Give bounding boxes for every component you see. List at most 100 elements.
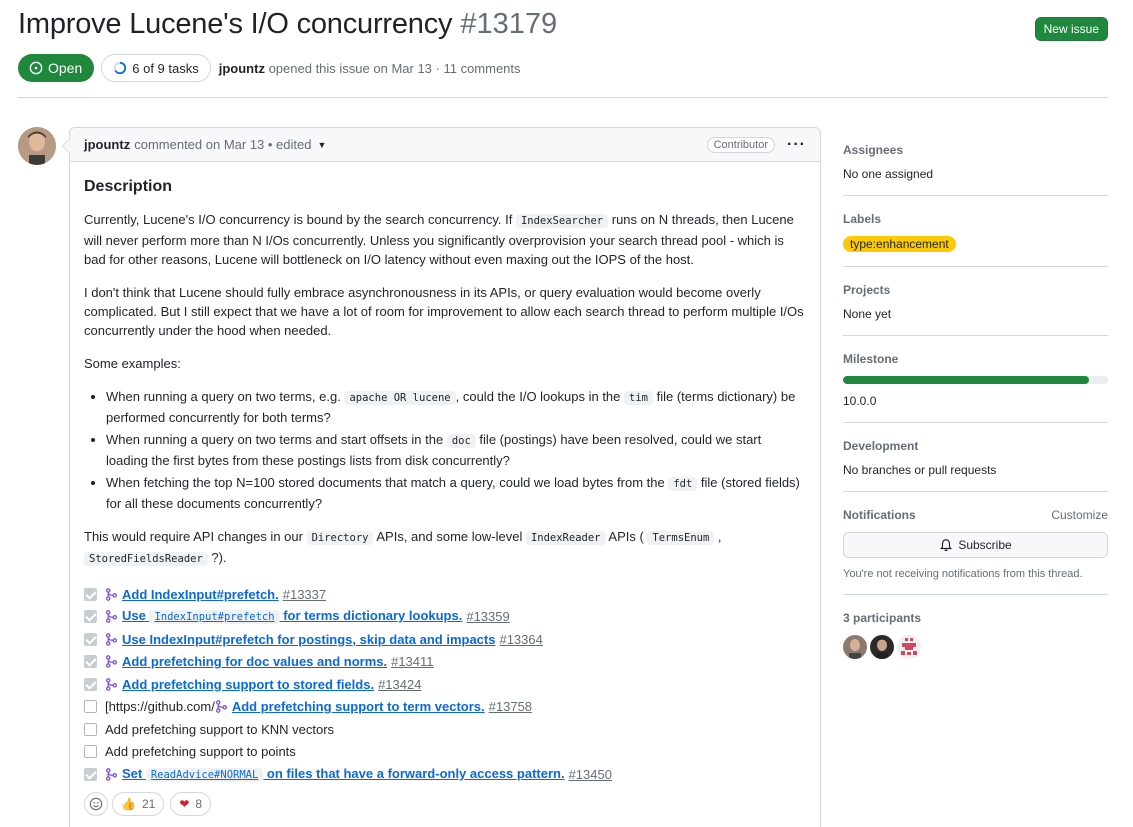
task-checkbox[interactable] [84,610,97,624]
task-checkbox[interactable] [84,632,97,646]
reaction-thumbs-up[interactable]: 👍 21 [112,792,165,816]
milestone-section: Milestone 10.0.0 [843,336,1108,423]
projects-title[interactable]: Projects [843,283,1108,297]
avatar-image [843,635,867,659]
section-label: Development [843,439,919,453]
text: When fetching the top N=100 stored docum… [106,475,669,490]
pull-request-merged-icon [105,767,118,781]
task-prefix: [https://github.com/ [105,699,215,715]
task-checkbox[interactable] [84,722,97,736]
inline-code: tim [624,391,653,405]
subscribe-button[interactable]: Subscribe [843,532,1108,558]
issue-sidebar: Assignees No one assigned Labels type:en… [843,127,1108,673]
new-issue-button[interactable]: New issue [1034,17,1108,41]
assignees-value: No one assigned [843,167,934,181]
text: , [714,529,722,544]
task-item: Use IndexInput#prefetch for postings, sk… [84,628,806,651]
task-link[interactable]: Add prefetching support to stored fields… [122,675,374,694]
labels-section: Labels type:enhancement [843,196,1108,267]
assignees-title[interactable]: Assignees [843,143,1108,157]
task-pr-number[interactable]: #13364 [499,630,542,649]
assignees-section: Assignees No one assigned [843,127,1108,196]
section-label: Notifications [843,508,916,522]
text: This would require API changes in our [84,529,307,544]
task-item: Add IndexInput#prefetch. #13337 [84,583,806,606]
participant-avatar[interactable] [870,635,894,659]
task-pr-number[interactable]: #13424 [378,675,421,694]
reaction-heart[interactable]: ❤ 8 [170,792,212,816]
task-item: Add prefetching support to KNN vectors [84,718,806,741]
thumbs-up-icon: 👍 [121,797,136,811]
task-pr-number[interactable]: #13337 [283,585,326,604]
issue-comment: jpountz commented on Mar 13 • edited ▼ C… [62,127,821,827]
task-pr-number[interactable]: #13411 [391,652,433,671]
comment-author[interactable]: jpountz [84,137,130,152]
avatar[interactable] [18,127,56,165]
task-list: Add IndexInput#prefetch. #13337 Use Inde… [84,583,806,786]
identicon-image [897,635,921,659]
contributor-badge: Contributor [706,136,776,153]
task-checkbox[interactable] [84,767,97,781]
participant-avatar[interactable] [843,635,867,659]
issue-author-link[interactable]: jpountz [219,61,265,76]
task-item: Add prefetching support to points [84,741,806,764]
heart-icon: ❤ [179,797,190,811]
development-value: No branches or pull requests [843,463,997,477]
projects-section: Projects None yet [843,267,1108,336]
task-checkbox[interactable] [84,587,97,601]
participant-avatar[interactable] [897,635,921,659]
list-item: When running a query on two terms and st… [106,430,806,470]
inline-code: ReadAdvice#NORMAL [145,767,264,782]
inline-code: apache OR lucene [344,391,456,405]
inline-code: doc [446,434,476,448]
development-title[interactable]: Development [843,439,1108,453]
customize-link[interactable]: Customize [1051,508,1108,522]
task-link[interactable]: Add prefetching for doc values and norms… [122,652,387,671]
progress-ring-icon [114,61,127,75]
text: for terms dictionary lookups. [279,608,463,624]
comment-meta[interactable]: commented on Mar 13 • edited [134,137,311,152]
milestone-progress-fill [843,376,1090,384]
description-heading: Description [84,178,173,195]
task-item: Add prefetching support to stored fields… [84,673,806,696]
task-checkbox[interactable] [84,655,97,669]
task-link[interactable]: Add IndexInput#prefetch. [122,585,279,604]
text: on files that have a forward-only access… [263,765,565,781]
reactions-bar: 👍 21 ❤ 8 [84,792,217,816]
kebab-menu-icon[interactable]: ··· [787,136,806,154]
task-pr-number[interactable]: #13450 [569,765,612,784]
pull-request-merged-icon [105,632,118,646]
participants-section: 3 participants [843,595,1108,673]
task-link[interactable]: Use IndexInput#prefetch for terms dictio… [122,606,462,627]
inline-code: Directory [306,531,374,545]
label-badge[interactable]: type:enhancement [843,236,956,252]
issue-number: #13179 [460,8,558,40]
milestone-title[interactable]: Milestone [843,352,1108,366]
milestone-value[interactable]: 10.0.0 [843,394,1108,408]
pull-request-merged-icon [215,700,227,714]
issue-meta-suffix: opened this issue on Mar 13 · 11 comment… [268,60,521,76]
add-reaction-button[interactable] [84,792,108,816]
tasks-progress-label: 6 of 9 tasks [132,60,199,76]
examples-list: When running a query on two terms, e.g. … [106,387,806,513]
avatar-image [18,127,56,165]
participants-title: 3 participants [843,611,1108,625]
task-link[interactable]: Use IndexInput#prefetch for postings, sk… [122,630,495,649]
bell-icon [940,539,953,552]
task-checkbox[interactable] [84,700,97,714]
labels-title[interactable]: Labels [843,212,1108,226]
pull-request-merged-icon [105,655,118,669]
task-checkbox[interactable] [84,677,97,691]
section-label: Assignees [843,143,904,157]
tasks-progress-pill[interactable]: 6 of 9 tasks [101,54,211,82]
task-pr-number[interactable]: #13758 [489,697,532,716]
chevron-down-icon[interactable]: ▼ [317,140,326,150]
projects-value: None yet [843,307,892,321]
pull-request-merged-icon [105,587,118,601]
task-pr-number[interactable]: #13359 [466,607,509,626]
task-link[interactable]: Set ReadAdvice#NORMAL on files that have… [122,764,565,785]
text: Use [122,608,150,624]
task-link[interactable]: Add prefetching support to term vectors. [232,697,485,716]
text: ?). [207,550,227,565]
task-checkbox[interactable] [84,745,97,759]
